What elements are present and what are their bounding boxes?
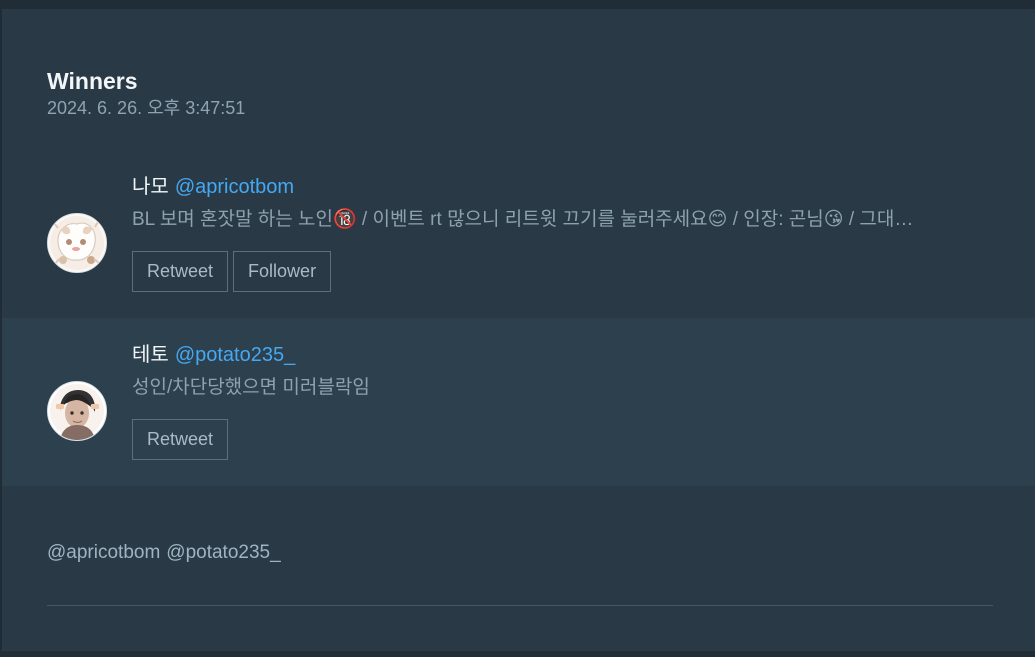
winner-actions: Retweet Follower [132, 251, 332, 292]
avatar [47, 213, 107, 273]
winner-user-line: 테토 @potato235_ [132, 342, 295, 368]
follower-button[interactable]: Follower [233, 251, 332, 292]
winner-user-line: 나모 @apricotbom [132, 174, 294, 200]
draw-timestamp: 2024. 6. 26. 오후 3:47:51 [47, 98, 246, 118]
page-title: Winners [47, 68, 138, 95]
winner-bio: BL 보며 혼잣말 하는 노인🔞 / 이벤트 rt 많으니 리트윗 끄기를 눌러… [132, 209, 914, 230]
retweet-button[interactable]: Retweet [132, 251, 229, 292]
winner-bio: 성인/차단당했으면 미러블락임 [132, 377, 370, 398]
mention-link-potato235[interactable]: @potato235_ [166, 542, 280, 563]
winner-name: 테토 [132, 344, 169, 366]
winner-handle-link[interactable]: @apricotbom [175, 176, 294, 198]
retweet-button[interactable]: Retweet [132, 419, 229, 460]
winner-handle-link[interactable]: @potato235_ [175, 344, 295, 366]
profile-avatar-cute-illustration-icon [48, 214, 106, 272]
winner-mentions: @apricotbom @potato235_ [47, 541, 281, 565]
avatar [47, 381, 107, 441]
winner-name: 나모 [132, 176, 169, 198]
winners-panel: Winners 2024. 6. 26. 오후 3:47:51 나모 @apric… [2, 9, 1035, 651]
profile-avatar-portrait-illustration-icon [48, 382, 106, 440]
winner-actions: Retweet [132, 419, 229, 460]
divider [47, 605, 993, 606]
winner-row: 테토 @potato235_ 성인/차단당했으면 미러블락임 Retweet [2, 318, 1035, 486]
winner-row: 나모 @apricotbom BL 보며 혼잣말 하는 노인🔞 / 이벤트 rt … [2, 150, 1035, 318]
mention-link-apricotbom[interactable]: @apricotbom [47, 542, 160, 563]
